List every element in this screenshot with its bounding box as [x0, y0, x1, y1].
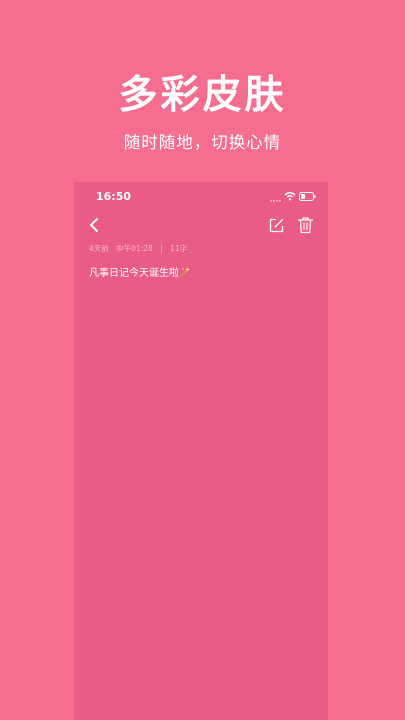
note-date: 4天前: [89, 244, 109, 253]
note-word-count: 11字: [170, 244, 188, 253]
signal-icon: [270, 200, 281, 202]
sparkle-emoji-icon: [180, 266, 191, 277]
wifi-icon: [284, 192, 296, 201]
note-meta: 4天前 中午01:28 | 11字: [89, 243, 192, 254]
phone-screen: 16:50 4天前 中午01:28 | 11字 凡事日记今天诞生啦: [74, 182, 328, 720]
trash-icon[interactable]: [297, 216, 314, 234]
note-text: 凡事日记今天诞生啦: [89, 268, 179, 279]
status-time: 16:50: [96, 190, 132, 203]
note-time: 中午01:28: [116, 244, 153, 253]
edit-icon[interactable]: [268, 217, 285, 234]
battery-icon: [299, 192, 316, 201]
chevron-left-icon[interactable]: [86, 216, 104, 234]
promo-subtitle: 随时随地，切换心情: [123, 133, 282, 152]
meta-separator: |: [160, 244, 163, 253]
status-bar: 16:50: [74, 182, 328, 210]
promo-title: 多彩皮肤: [118, 73, 287, 118]
note-content[interactable]: 凡事日记今天诞生啦: [89, 266, 314, 282]
